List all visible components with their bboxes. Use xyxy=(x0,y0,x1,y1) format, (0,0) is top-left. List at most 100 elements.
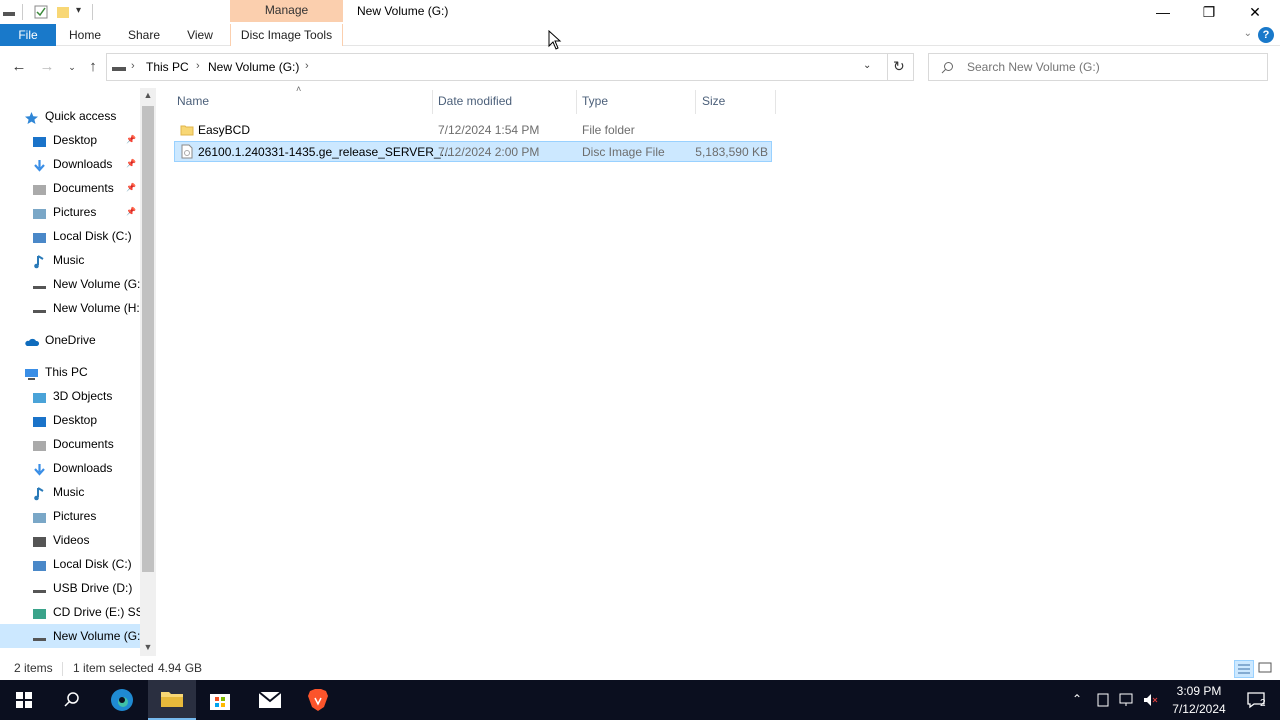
nav-quick-item[interactable]: Local Disk (C:) xyxy=(0,224,140,248)
column-header-type[interactable]: Type xyxy=(582,94,608,108)
breadcrumb-new-volume[interactable]: New Volume (G:) xyxy=(208,60,299,74)
file-date: 7/12/2024 1:54 PM xyxy=(438,123,540,137)
tab-file[interactable]: File xyxy=(0,24,56,46)
volume-muted-icon[interactable] xyxy=(1142,692,1158,708)
show-hidden-icons[interactable]: ⌃ xyxy=(1072,692,1082,706)
forward-button[interactable]: → xyxy=(38,58,56,76)
store-button[interactable] xyxy=(196,680,244,720)
close-button[interactable]: ✕ xyxy=(1232,0,1278,24)
nav-item-label: Downloads xyxy=(53,461,113,475)
column-divider[interactable] xyxy=(576,90,577,114)
expand-ribbon-icon[interactable]: ⌄ xyxy=(1244,28,1252,39)
tab-view[interactable]: View xyxy=(180,24,220,46)
column-header-name[interactable]: Name xyxy=(177,94,209,108)
manage-tab[interactable]: Manage xyxy=(230,0,343,22)
nav-pc-item[interactable]: New Volume (G:) xyxy=(0,624,140,648)
removable-drive-icon[interactable] xyxy=(1096,692,1110,708)
tab-disc-image-tools[interactable]: Disc Image Tools xyxy=(230,24,343,46)
nav-pc-item[interactable]: 3D Objects xyxy=(0,384,140,408)
edge-icon xyxy=(111,689,133,711)
start-button[interactable] xyxy=(0,680,48,720)
tab-home[interactable]: Home xyxy=(62,24,108,46)
search-button[interactable] xyxy=(48,680,96,720)
nav-quick-item[interactable]: New Volume (G:) xyxy=(0,272,140,296)
nav-quick-item[interactable]: New Volume (H:) xyxy=(0,296,140,320)
star-icon xyxy=(24,109,39,124)
breadcrumb-separator[interactable]: › xyxy=(131,60,135,72)
nav-quick-item[interactable]: Desktop 📌 xyxy=(0,128,140,152)
cd-drive-icon xyxy=(32,605,47,619)
search-icon xyxy=(941,62,953,74)
large-icons-view-button[interactable] xyxy=(1256,660,1276,678)
selection-count: 1 item selected xyxy=(73,661,154,675)
nav-pc-item[interactable]: Pictures xyxy=(0,504,140,528)
scroll-up-arrow[interactable]: ▲ xyxy=(140,90,156,100)
edge-button[interactable] xyxy=(98,680,146,720)
nav-pc-item[interactable]: Downloads xyxy=(0,456,140,480)
file-explorer-button[interactable] xyxy=(148,680,196,720)
column-divider[interactable] xyxy=(695,90,696,114)
nav-this-pc[interactable]: This PC xyxy=(0,360,140,384)
brave-button[interactable] xyxy=(294,680,342,720)
nav-item-label: Documents xyxy=(53,181,114,195)
drive-icon[interactable] xyxy=(2,5,16,19)
column-divider[interactable] xyxy=(775,90,776,114)
column-header-date[interactable]: Date modified xyxy=(438,94,512,108)
nav-pc-item[interactable]: Desktop xyxy=(0,408,140,432)
search-input[interactable] xyxy=(967,59,1257,75)
properties-icon[interactable] xyxy=(34,5,48,19)
column-divider[interactable] xyxy=(432,90,433,114)
customize-quick-access-icon[interactable]: ▾ xyxy=(76,5,81,16)
column-header-size[interactable]: Size xyxy=(702,94,725,108)
action-center-button[interactable]: 2 xyxy=(1232,680,1280,720)
nav-item-label: OneDrive xyxy=(45,333,96,347)
scroll-down-arrow[interactable]: ▼ xyxy=(140,642,156,652)
refresh-icon[interactable]: ↻ xyxy=(893,58,905,75)
back-button[interactable]: ← xyxy=(10,58,28,76)
new-folder-icon[interactable] xyxy=(56,5,70,19)
restore-button[interactable]: ❐ xyxy=(1186,0,1232,24)
nav-pc-item[interactable]: Videos xyxy=(0,528,140,552)
downloads-icon xyxy=(32,461,47,476)
nav-item-label: Documents xyxy=(53,437,114,451)
nav-pc-item[interactable]: Local Disk (C:) xyxy=(0,552,140,576)
file-row-easybcd[interactable]: EasyBCD 7/12/2024 1:54 PM File folder xyxy=(174,120,772,141)
nav-onedrive[interactable]: OneDrive xyxy=(0,328,140,352)
3d-objects-icon xyxy=(32,389,47,403)
scrollbar-thumb[interactable] xyxy=(142,106,154,572)
breadcrumb-separator[interactable]: › xyxy=(305,60,309,72)
nav-quick-item[interactable]: Music xyxy=(0,248,140,272)
nav-pc-item[interactable]: Music xyxy=(0,480,140,504)
nav-scrollbar[interactable]: ▲ ▼ xyxy=(140,88,156,656)
nav-pc-item[interactable]: CD Drive (E:) SSS xyxy=(0,600,140,624)
up-button[interactable]: ↑ xyxy=(84,58,102,76)
brave-icon xyxy=(308,689,328,711)
clock-date[interactable]: 7/12/2024 xyxy=(1160,702,1238,716)
mail-button[interactable] xyxy=(246,680,294,720)
nav-quick-item[interactable]: Pictures 📌 xyxy=(0,200,140,224)
nav-quick-access[interactable]: Quick access xyxy=(0,104,140,128)
videos-icon xyxy=(32,533,47,547)
breadcrumb-this-pc[interactable]: This PC xyxy=(146,60,189,74)
search-box[interactable] xyxy=(928,53,1268,81)
nav-item-label: Desktop xyxy=(53,413,98,427)
address-bar[interactable]: › This PC › New Volume (G:) › ⌄ ↻ xyxy=(106,53,914,81)
search-icon xyxy=(64,692,79,707)
nav-pc-item[interactable]: Documents xyxy=(0,432,140,456)
onedrive-icon xyxy=(24,333,40,347)
file-row-iso[interactable]: 26100.1.240331-1435.ge_release_SERVER_..… xyxy=(174,141,772,162)
clock-time[interactable]: 3:09 PM xyxy=(1160,684,1238,698)
music-icon xyxy=(32,253,47,269)
breadcrumb-separator[interactable]: › xyxy=(196,60,200,72)
network-icon[interactable] xyxy=(1118,692,1134,708)
minimize-button[interactable]: — xyxy=(1140,0,1186,24)
nav-pc-item[interactable]: USB Drive (D:) xyxy=(0,576,140,600)
tab-share[interactable]: Share xyxy=(122,24,166,46)
item-count: 2 items xyxy=(14,661,53,675)
address-dropdown-icon[interactable]: ⌄ xyxy=(863,60,871,71)
recent-locations-icon[interactable]: ⌄ xyxy=(63,58,81,76)
nav-quick-item[interactable]: Downloads 📌 xyxy=(0,152,140,176)
nav-quick-item[interactable]: Documents 📌 xyxy=(0,176,140,200)
details-view-button[interactable] xyxy=(1234,660,1254,678)
help-icon[interactable]: ? xyxy=(1258,27,1274,43)
